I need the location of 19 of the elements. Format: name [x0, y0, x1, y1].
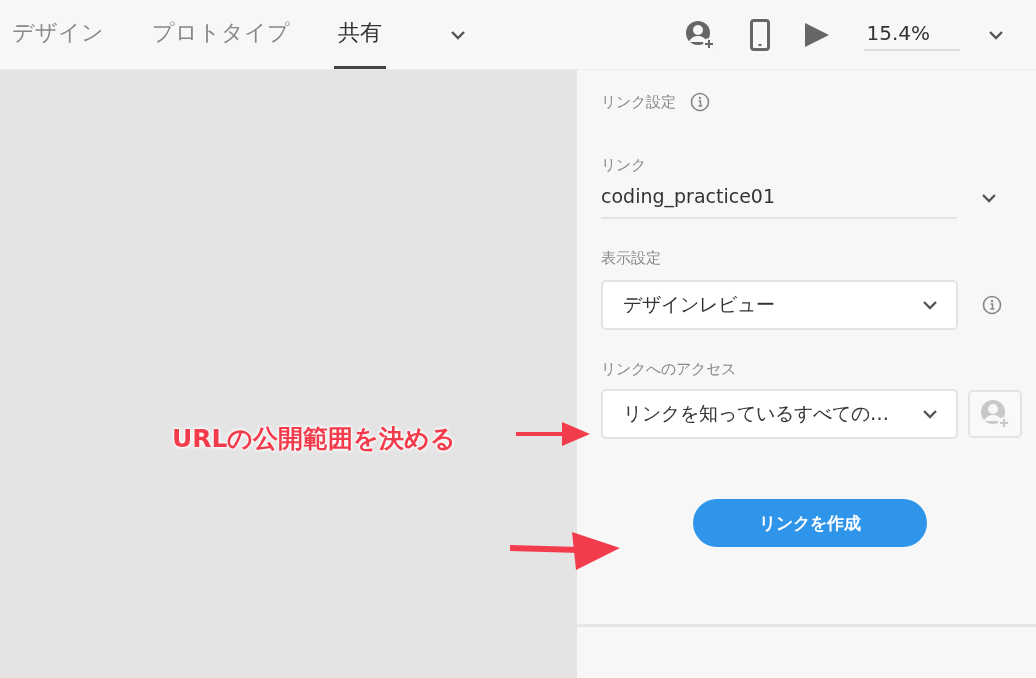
chevron-down-icon	[450, 29, 466, 40]
info-icon[interactable]	[690, 92, 710, 112]
access-dropdown[interactable]: リンクを知っているすべての…	[601, 389, 958, 439]
chevron-down-icon	[981, 192, 997, 203]
zoom-field[interactable]: 15.4%	[864, 18, 960, 51]
panel-title: リンク設定	[601, 92, 676, 112]
info-icon[interactable]	[982, 295, 1002, 315]
chevron-down-icon	[922, 409, 938, 419]
phone-icon[interactable]	[750, 18, 771, 51]
field-label: リンクへのアクセス	[601, 360, 737, 379]
field-label: 表示設定	[601, 249, 662, 268]
link-name-field[interactable]: coding_practice01	[601, 185, 957, 219]
user-icon	[979, 398, 1011, 430]
callout-text: URLの公開範囲を決める	[172, 423, 457, 455]
play-icon[interactable]	[804, 21, 831, 48]
view-setting-dropdown[interactable]: デザインレビュー	[601, 280, 958, 330]
chevron-down-icon	[988, 29, 1004, 40]
field-label: リンク	[601, 156, 647, 175]
chevron-down-icon	[922, 300, 938, 310]
